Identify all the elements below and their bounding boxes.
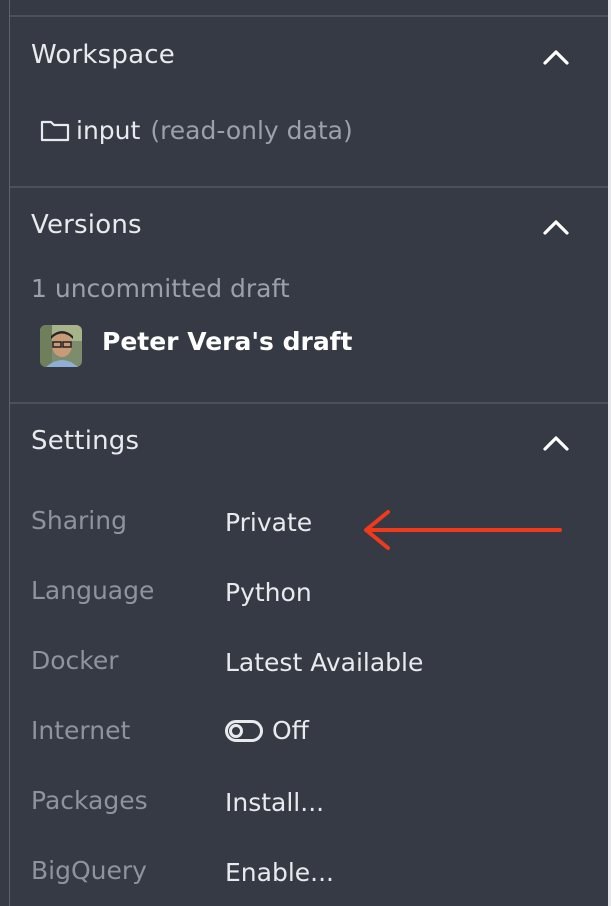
setting-value-packages[interactable]: Install... bbox=[225, 788, 324, 817]
folder-readonly-note: (read-only data) bbox=[150, 115, 353, 145]
uncommitted-draft-count: 1 uncommitted draft bbox=[31, 274, 290, 303]
folder-name[interactable]: input bbox=[76, 116, 140, 145]
settings-section-title[interactable]: Settings bbox=[31, 426, 139, 456]
setting-value-language[interactable]: Python bbox=[225, 578, 312, 607]
setting-value-docker[interactable]: Latest Available bbox=[225, 648, 423, 677]
chevron-up-icon[interactable] bbox=[541, 213, 571, 243]
versions-section-title[interactable]: Versions bbox=[31, 210, 142, 240]
chevron-up-icon[interactable] bbox=[541, 43, 571, 73]
toggle-off-icon[interactable] bbox=[225, 719, 263, 742]
draft-name[interactable]: Peter Vera's draft bbox=[102, 327, 353, 356]
section-divider bbox=[10, 15, 608, 17]
section-divider bbox=[10, 402, 608, 404]
setting-label-internet: Internet bbox=[31, 716, 131, 745]
setting-internet-toggle[interactable]: Off bbox=[225, 716, 309, 745]
avatar[interactable] bbox=[40, 325, 82, 367]
workspace-folder-input[interactable]: input (read-only data) bbox=[40, 112, 353, 148]
kernel-sidebar-panel: Workspace input (read-only data) Version… bbox=[0, 0, 611, 906]
workspace-section-title[interactable]: Workspace bbox=[31, 40, 175, 70]
setting-label-docker: Docker bbox=[31, 646, 119, 675]
section-divider bbox=[10, 186, 608, 188]
setting-value-internet: Off bbox=[272, 716, 309, 745]
folder-icon bbox=[40, 120, 70, 142]
toggle-knob bbox=[229, 723, 243, 738]
setting-value-bigquery[interactable]: Enable... bbox=[225, 858, 334, 887]
arrow-left-icon bbox=[364, 510, 562, 550]
setting-label-packages: Packages bbox=[31, 786, 148, 815]
chevron-up-icon[interactable] bbox=[541, 429, 571, 459]
setting-label-bigquery: BigQuery bbox=[31, 856, 147, 885]
setting-value-sharing[interactable]: Private bbox=[225, 508, 312, 537]
setting-label-language: Language bbox=[31, 576, 155, 605]
panel-left-border bbox=[9, 0, 10, 906]
setting-label-sharing: Sharing bbox=[31, 506, 127, 535]
